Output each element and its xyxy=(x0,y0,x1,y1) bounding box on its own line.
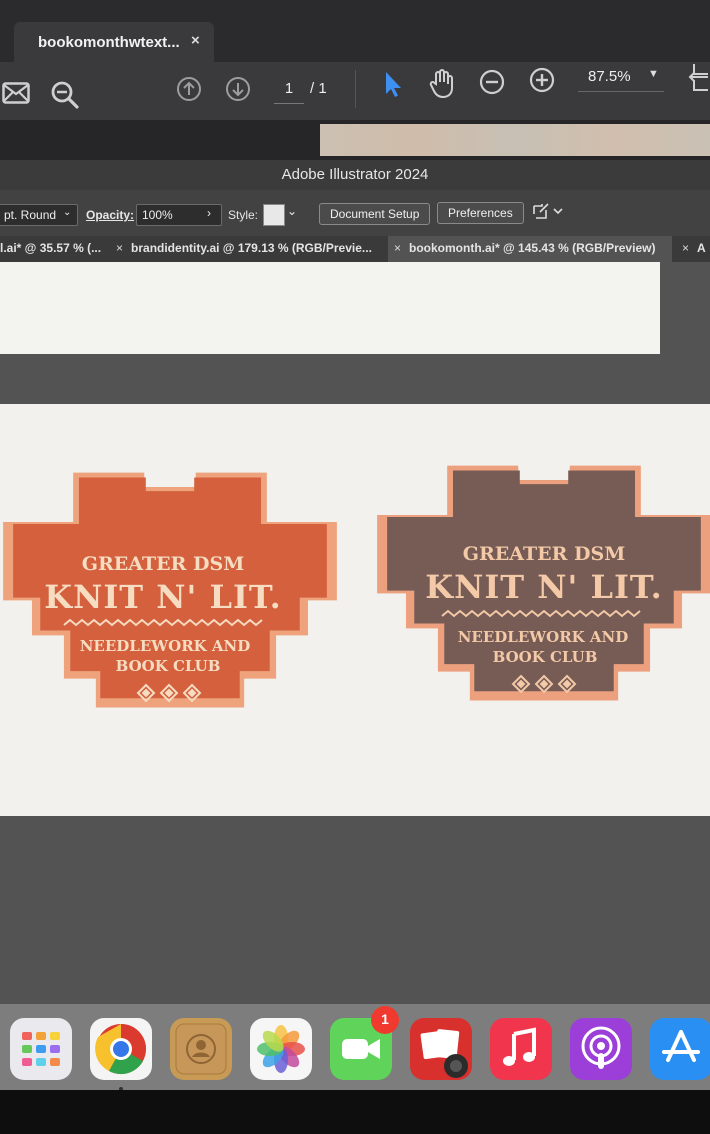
badge-line-title: KNIT N' LIT. xyxy=(425,568,662,606)
badge-line-needlework: NEEDLEWORK AND xyxy=(80,637,251,655)
contacts-icon[interactable] xyxy=(170,1018,232,1080)
badge-line-needlework: NEEDLEWORK AND xyxy=(458,628,629,646)
chrome-icon[interactable] xyxy=(90,1018,152,1080)
badge-line-greater-dsm: GREATER DSM xyxy=(463,543,625,565)
badge-line-book-club: BOOK CLUB xyxy=(493,648,598,666)
artwork-canvas: GREATER DSM KNIT N' LIT. NEEDLEWORK AND … xyxy=(3,465,710,708)
screen-bezel xyxy=(0,1090,710,1134)
badge-line-title: KNIT N' LIT. xyxy=(44,578,281,616)
macos-dock xyxy=(0,1004,710,1090)
app-store-icon[interactable] xyxy=(650,1018,710,1080)
photo-booth-icon[interactable] xyxy=(410,1018,472,1080)
badge-line-greater-dsm: GREATER DSM xyxy=(82,553,244,575)
photos-icon[interactable] xyxy=(250,1018,312,1080)
podcasts-icon[interactable] xyxy=(570,1018,632,1080)
music-icon[interactable] xyxy=(490,1018,552,1080)
notification-badge: 1 xyxy=(371,1006,399,1034)
launchpad-icon[interactable] xyxy=(10,1018,72,1080)
badge-line-book-club: BOOK CLUB xyxy=(116,657,221,675)
